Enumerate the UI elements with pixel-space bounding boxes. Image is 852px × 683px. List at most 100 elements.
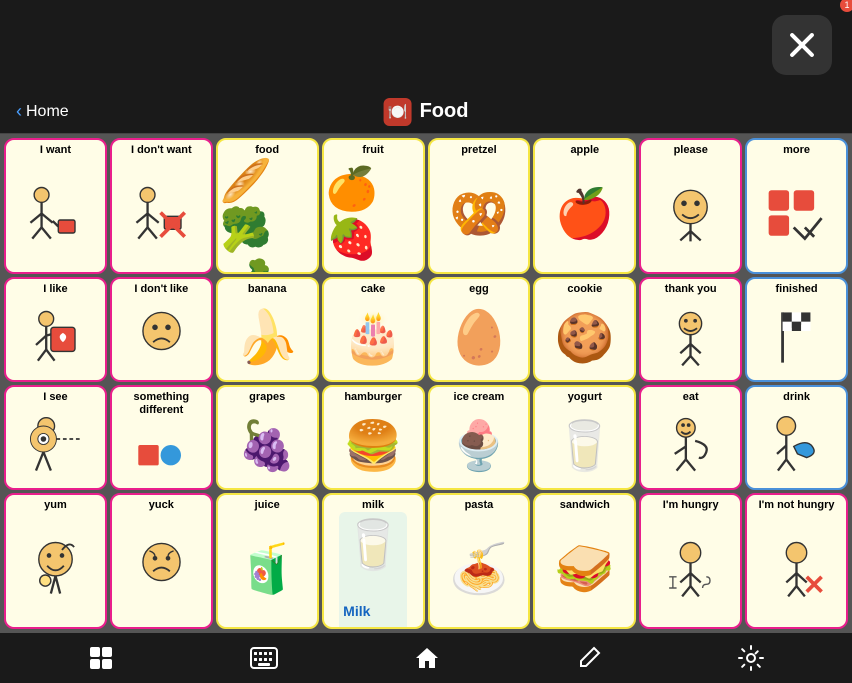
close-button[interactable] xyxy=(772,15,832,75)
cell-more[interactable]: more xyxy=(745,138,848,274)
cell-label-i-like: I like xyxy=(8,283,103,296)
cell-image-fruit: 🍊🍓 xyxy=(326,157,421,270)
cell-image-i-dont-like xyxy=(114,296,209,378)
cell-label-banana: banana xyxy=(220,283,315,296)
cell-sandwich[interactable]: sandwich🥪 xyxy=(533,493,636,629)
cell-juice[interactable]: juice🧃 xyxy=(216,493,319,629)
cell-image-pasta: 🍝 xyxy=(432,512,527,625)
grid-view-button[interactable] xyxy=(88,645,114,671)
cell-label-pasta: pasta xyxy=(432,499,527,512)
settings-button[interactable]: 1 xyxy=(738,645,764,671)
cell-label-i-see: I see xyxy=(8,391,103,404)
cell-apple[interactable]: apple🍎 xyxy=(533,138,636,274)
cell-image-more xyxy=(749,157,844,270)
cell-image-yogurt: 🥛 xyxy=(537,404,632,486)
nav-title: 🍽️ Food xyxy=(384,98,469,126)
cell-yum[interactable]: yum xyxy=(4,493,107,629)
cell-image-please xyxy=(643,157,738,270)
cell-label-apple: apple xyxy=(537,144,632,157)
cell-label-food: food xyxy=(220,144,315,157)
cell-label-finished: finished xyxy=(749,283,844,296)
cell-thank-you[interactable]: thank you xyxy=(639,277,742,382)
cell-label-yum: yum xyxy=(8,499,103,512)
cell-im-hungry[interactable]: I'm hungry xyxy=(639,493,742,629)
cell-label-im-not-hungry: I'm not hungry xyxy=(749,499,844,512)
cell-image-finished xyxy=(749,296,844,378)
cell-i-see[interactable]: I see xyxy=(4,385,107,490)
cell-milk[interactable]: milk🥛Milk xyxy=(322,493,425,629)
cell-pasta[interactable]: pasta🍝 xyxy=(428,493,531,629)
cell-food[interactable]: food🥖🥦🥕 xyxy=(216,138,319,274)
cell-image-yum xyxy=(8,512,103,625)
cell-image-banana: 🍌 xyxy=(220,296,315,378)
cell-i-dont-want[interactable]: I don't want xyxy=(110,138,213,274)
cell-pretzel[interactable]: pretzel🥨 xyxy=(428,138,531,274)
cell-image-eat xyxy=(643,404,738,486)
cell-label-thank-you: thank you xyxy=(643,283,738,296)
cell-label-i-dont-like: I don't like xyxy=(114,283,209,296)
cell-hamburger[interactable]: hamburger🍔 xyxy=(322,385,425,490)
home-button[interactable]: ‹ Home xyxy=(16,101,69,122)
cell-label-drink: drink xyxy=(749,391,844,404)
cell-label-please: please xyxy=(643,144,738,157)
cell-image-im-hungry xyxy=(643,512,738,625)
cell-label-pretzel: pretzel xyxy=(432,144,527,157)
cell-image-food: 🥖🥦🥕 xyxy=(220,157,315,274)
nav-title-text: Food xyxy=(420,100,469,123)
keyboard-button[interactable] xyxy=(250,647,278,669)
cell-cookie[interactable]: cookie🍪 xyxy=(533,277,636,382)
cell-ice-cream[interactable]: ice cream🍨 xyxy=(428,385,531,490)
nav-bar: ‹ Home 🍽️ Food xyxy=(0,90,852,134)
cell-drink[interactable]: drink xyxy=(745,385,848,490)
cell-label-i-dont-want: I don't want xyxy=(114,144,209,157)
cell-image-cookie: 🍪 xyxy=(537,296,632,378)
cell-label-juice: juice xyxy=(220,499,315,512)
cell-egg[interactable]: egg🥚 xyxy=(428,277,531,382)
cell-image-grapes: 🍇 xyxy=(220,404,315,486)
cell-grapes[interactable]: grapes🍇 xyxy=(216,385,319,490)
cell-image-something-different xyxy=(114,417,209,486)
cell-image-pretzel: 🥨 xyxy=(432,157,527,270)
top-bar xyxy=(0,0,852,90)
cell-label-egg: egg xyxy=(432,283,527,296)
bottom-bar: 1 xyxy=(0,633,852,683)
cell-image-yuck xyxy=(114,512,209,625)
cell-banana[interactable]: banana🍌 xyxy=(216,277,319,382)
cell-eat[interactable]: eat xyxy=(639,385,742,490)
cell-image-drink xyxy=(749,404,844,486)
cell-finished[interactable]: finished xyxy=(745,277,848,382)
cell-image-i-like xyxy=(8,296,103,378)
cell-i-dont-like[interactable]: I don't like xyxy=(110,277,213,382)
cell-label-yogurt: yogurt xyxy=(537,391,632,404)
cell-label-hamburger: hamburger xyxy=(326,391,421,404)
cell-label-cookie: cookie xyxy=(537,283,632,296)
cell-image-juice: 🧃 xyxy=(220,512,315,625)
cell-yuck[interactable]: yuck xyxy=(110,493,213,629)
cell-label-yuck: yuck xyxy=(114,499,209,512)
pen-button[interactable] xyxy=(576,645,602,671)
cell-label-i-want: I want xyxy=(8,144,103,157)
cell-label-sandwich: sandwich xyxy=(537,499,632,512)
cell-i-want[interactable]: I want xyxy=(4,138,107,274)
home-chevron-icon: ‹ xyxy=(16,101,22,122)
cell-image-cake: 🎂 xyxy=(326,296,421,378)
cell-cake[interactable]: cake🎂 xyxy=(322,277,425,382)
main-area: I want I don't want food🥖🥦🥕fruit🍊🍓pretze… xyxy=(0,134,852,633)
cell-image-egg: 🥚 xyxy=(432,296,527,378)
cell-im-not-hungry[interactable]: I'm not hungry xyxy=(745,493,848,629)
cell-something-different[interactable]: something different xyxy=(110,385,213,490)
cell-yogurt[interactable]: yogurt🥛 xyxy=(533,385,636,490)
cell-i-like[interactable]: I like xyxy=(4,277,107,382)
cell-fruit[interactable]: fruit🍊🍓 xyxy=(322,138,425,274)
cell-label-eat: eat xyxy=(643,391,738,404)
cell-image-thank-you xyxy=(643,296,738,378)
cell-label-fruit: fruit xyxy=(326,144,421,157)
cell-label-ice-cream: ice cream xyxy=(432,391,527,404)
cell-image-sandwich: 🥪 xyxy=(537,512,632,625)
cell-image-i-see xyxy=(8,404,103,486)
cell-image-milk: 🥛Milk xyxy=(326,512,421,629)
home-nav-button[interactable] xyxy=(414,645,440,671)
cell-please[interactable]: please xyxy=(639,138,742,274)
home-label: Home xyxy=(26,103,69,121)
cell-label-milk: milk xyxy=(326,499,421,512)
